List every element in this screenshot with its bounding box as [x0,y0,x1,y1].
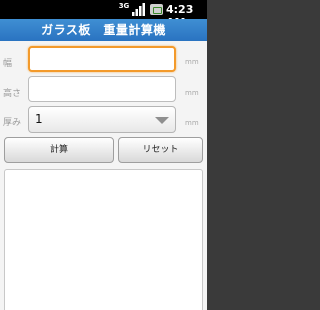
reset-button[interactable]: リセット [118,137,203,163]
battery-icon [150,4,163,15]
height-input[interactable] [28,76,176,102]
app-title: ガラス板 重量計算機 [0,19,207,41]
thickness-value: 1 [35,112,43,126]
network-3g-icon: 3G [118,2,130,10]
thickness-unit: mm [185,119,199,127]
status-time: 4:23 AM [166,3,194,29]
thickness-label: 厚み [3,118,22,128]
width-label: 幅 [3,59,13,69]
height-unit: mm [185,89,199,97]
calculate-button[interactable]: 計算 [4,137,114,163]
height-label: 高さ [3,89,22,99]
width-input[interactable] [28,46,176,72]
chevron-down-icon [155,117,169,124]
width-unit: mm [185,58,199,66]
status-bar: 3G 4:23 AM [0,0,207,29]
signal-icon [132,3,145,16]
main-content: 幅 mm 高さ mm 厚み 1 mm 計算 リセット [0,41,207,310]
thickness-select[interactable]: 1 [28,106,176,133]
result-area [4,169,203,310]
